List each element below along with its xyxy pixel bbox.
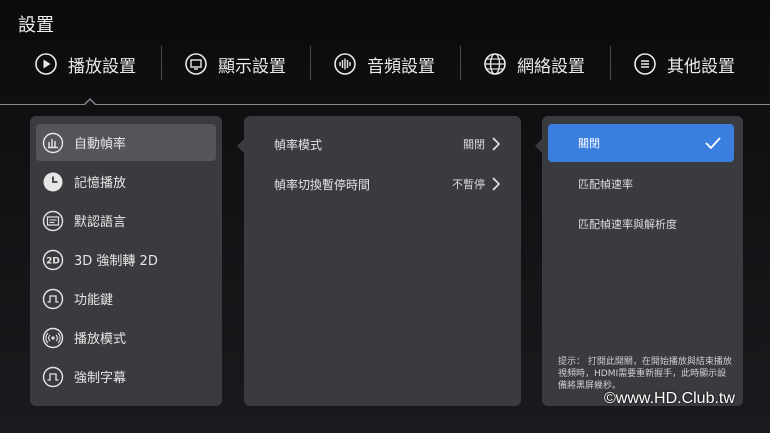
menu-item-label: 播放模式 bbox=[74, 332, 127, 347]
menu-item-function-key[interactable]: 功能鍵 bbox=[36, 280, 216, 317]
audio-wave-icon bbox=[333, 52, 357, 76]
broadcast-icon bbox=[42, 327, 64, 349]
option-label: 匹配幀速率與解析度 bbox=[578, 218, 677, 231]
menu-item-label: 記憶播放 bbox=[74, 176, 127, 191]
tab-label: 顯示設置 bbox=[218, 56, 286, 77]
menu-item-auto-frame-rate[interactable]: 自動幀率 bbox=[36, 124, 216, 161]
tab-label: 網絡設置 bbox=[517, 56, 585, 77]
setting-value: 不暫停 bbox=[452, 176, 501, 192]
playback-menu-panel: 自動幀率 記憶播放 默認語言 2D 3D 強制轉 2D 功能鍵 播放模式 強制字… bbox=[30, 116, 222, 406]
play-icon bbox=[34, 52, 58, 76]
menu-item-label: 3D 強制轉 2D bbox=[74, 254, 158, 269]
setting-row-frame-switch-pause[interactable]: 幀率切換暫停時間 不暫停 bbox=[274, 174, 501, 194]
option-off[interactable]: 關閉 bbox=[548, 124, 734, 162]
tab-label: 播放設置 bbox=[68, 56, 136, 77]
tab-divider bbox=[310, 46, 311, 80]
menu-item-label: 自動幀率 bbox=[74, 137, 127, 152]
setting-value-text: 不暫停 bbox=[452, 178, 485, 191]
menu-item-default-language[interactable]: 默認語言 bbox=[36, 202, 216, 239]
tab-label: 其他設置 bbox=[667, 56, 735, 77]
tab-playback-settings[interactable]: 播放設置 bbox=[34, 42, 136, 86]
menu-item-label: 強制字幕 bbox=[74, 371, 127, 386]
pulse-icon bbox=[42, 288, 64, 310]
language-icon bbox=[42, 210, 64, 232]
settings-panel: 幀率模式 關閉 幀率切換暫停時間 不暫停 bbox=[244, 116, 521, 406]
menu-item-forced-subtitles[interactable]: 強制字幕 bbox=[36, 358, 216, 395]
setting-label: 幀率模式 bbox=[274, 137, 323, 152]
list-icon bbox=[633, 52, 657, 76]
tab-display-settings[interactable]: 顯示設置 bbox=[184, 42, 286, 86]
menu-item-force-3d-to-2d[interactable]: 2D 3D 強制轉 2D bbox=[36, 241, 216, 278]
check-icon bbox=[705, 137, 721, 150]
hint-text: 提示： 打開此開關，在開始播放與結束播放視頻時，HDMI需要重新握手，此時顯示設… bbox=[558, 357, 732, 391]
tab-divider bbox=[610, 46, 611, 80]
bar-chart-icon bbox=[42, 132, 64, 154]
setting-label: 幀率切換暫停時間 bbox=[274, 177, 371, 192]
panel-pointer bbox=[237, 139, 244, 153]
tab-underline bbox=[0, 104, 770, 105]
pulse-icon bbox=[42, 366, 64, 388]
panel-pointer bbox=[535, 139, 542, 153]
setting-row-frame-rate-mode[interactable]: 幀率模式 關閉 bbox=[274, 134, 501, 154]
tab-bar: 播放設置 顯示設置 音頻設置 網絡設置 其他設置 bbox=[0, 42, 770, 86]
active-tab-indicator-fill bbox=[84, 100, 96, 106]
tab-network-settings[interactable]: 網絡設置 bbox=[483, 42, 585, 86]
menu-item-label: 功能鍵 bbox=[74, 293, 114, 308]
globe-icon bbox=[483, 52, 507, 76]
option-match-frame-rate[interactable]: 匹配幀速率 bbox=[548, 165, 734, 203]
option-label: 關閉 bbox=[578, 137, 600, 150]
option-match-frame-rate-and-resolution[interactable]: 匹配幀速率與解析度 bbox=[548, 205, 734, 243]
page-title: 設置 bbox=[18, 15, 54, 36]
display-icon bbox=[184, 52, 208, 76]
tab-other-settings[interactable]: 其他設置 bbox=[633, 42, 735, 86]
svg-text:2D: 2D bbox=[46, 256, 60, 266]
menu-item-label: 默認語言 bbox=[74, 215, 127, 230]
option-label: 匹配幀速率 bbox=[578, 178, 633, 191]
2d-icon: 2D bbox=[42, 249, 64, 271]
watermark: ©www.HD.Club.tw bbox=[604, 390, 735, 407]
menu-item-playback-mode[interactable]: 播放模式 bbox=[36, 319, 216, 356]
options-panel: 關閉 匹配幀速率 匹配幀速率與解析度 提示： 打開此開關，在開始播放與結束播放視… bbox=[542, 116, 743, 406]
setting-value-text: 關閉 bbox=[463, 138, 485, 151]
tab-divider bbox=[460, 46, 461, 80]
setting-value: 關閉 bbox=[463, 136, 501, 152]
tab-divider bbox=[161, 46, 162, 80]
menu-item-resume-playback[interactable]: 記憶播放 bbox=[36, 163, 216, 200]
clock-icon bbox=[42, 171, 64, 193]
tab-label: 音頻設置 bbox=[367, 56, 435, 77]
chevron-right-icon bbox=[492, 177, 501, 191]
chevron-right-icon bbox=[492, 137, 501, 151]
tab-audio-settings[interactable]: 音頻設置 bbox=[333, 42, 435, 86]
